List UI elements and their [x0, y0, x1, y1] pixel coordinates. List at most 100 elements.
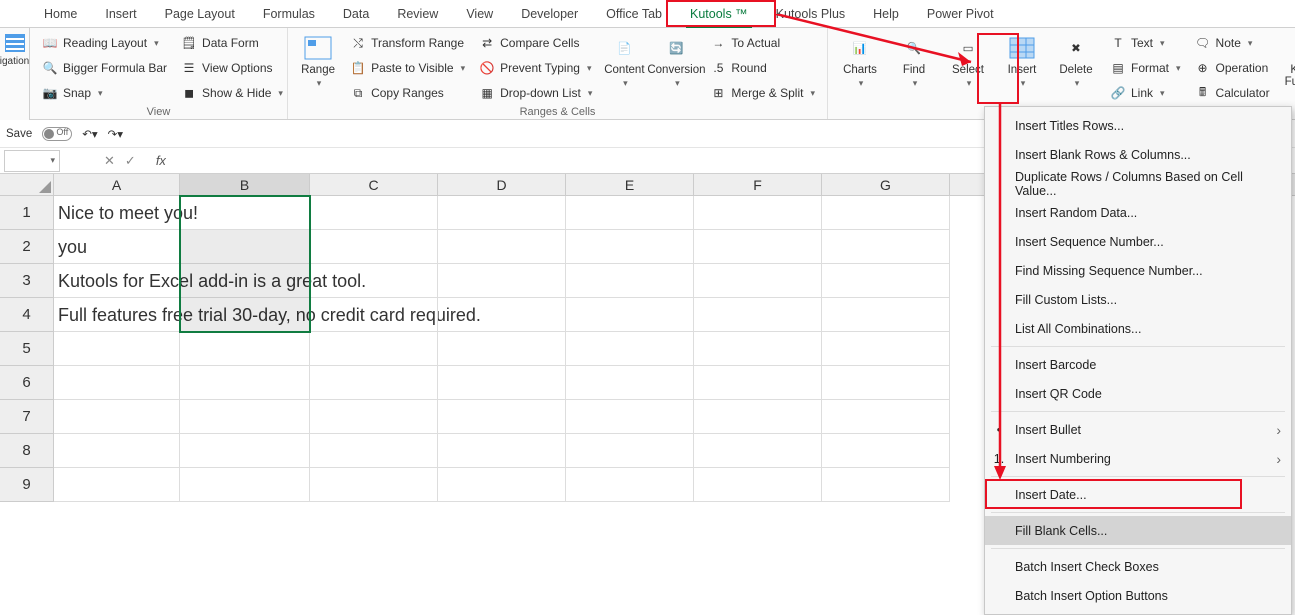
cell-e8[interactable]: [566, 434, 694, 468]
col-header-g[interactable]: G: [822, 174, 950, 195]
cell-f7[interactable]: [694, 400, 822, 434]
conversion-button[interactable]: 🔄Conversion▾: [652, 32, 700, 104]
menu-item-fill-blank-cells[interactable]: Fill Blank Cells...: [985, 516, 1291, 545]
cell-a4[interactable]: Full features free trial 30-day, no cred…: [54, 298, 180, 332]
menu-item-insert-sequence-number[interactable]: Insert Sequence Number...: [985, 227, 1291, 256]
menu-item-insert-date[interactable]: Insert Date...: [985, 480, 1291, 509]
cell-g3[interactable]: [822, 264, 950, 298]
row-header-1[interactable]: 1: [0, 196, 54, 230]
note-button[interactable]: 🗨Note▾: [1191, 32, 1274, 54]
cell-c7[interactable]: [310, 400, 438, 434]
cell-a5[interactable]: [54, 332, 180, 366]
row-header-5[interactable]: 5: [0, 332, 54, 366]
col-header-d[interactable]: D: [438, 174, 566, 195]
tab-kutools[interactable]: Kutools ™: [676, 0, 762, 28]
round-button[interactable]: .5Round: [706, 57, 819, 79]
menu-item-list-all-combinations[interactable]: List All Combinations...: [985, 314, 1291, 343]
row-header-7[interactable]: 7: [0, 400, 54, 434]
cell-a7[interactable]: [54, 400, 180, 434]
cell-f9[interactable]: [694, 468, 822, 502]
cell-e5[interactable]: [566, 332, 694, 366]
cell-c8[interactable]: [310, 434, 438, 468]
cell-a9[interactable]: [54, 468, 180, 502]
calculator-button[interactable]: 🖩Calculator: [1191, 82, 1274, 104]
cell-c2[interactable]: [310, 230, 438, 264]
redo-button[interactable]: ↷▾: [108, 127, 123, 141]
prevent-typing-button[interactable]: 🚫Prevent Typing▾: [475, 57, 596, 79]
tab-office-tab[interactable]: Office Tab: [592, 0, 676, 28]
cell-e2[interactable]: [566, 230, 694, 264]
text-button[interactable]: TText▾: [1106, 32, 1185, 54]
tab-review[interactable]: Review: [383, 0, 452, 28]
cell-g2[interactable]: [822, 230, 950, 264]
cell-g1[interactable]: [822, 196, 950, 230]
cell-c9[interactable]: [310, 468, 438, 502]
row-header-2[interactable]: 2: [0, 230, 54, 264]
fx-icon[interactable]: fx: [156, 153, 166, 168]
cell-e1[interactable]: [566, 196, 694, 230]
cell-d7[interactable]: [438, 400, 566, 434]
cell-e3[interactable]: [566, 264, 694, 298]
col-header-f[interactable]: F: [694, 174, 822, 195]
cell-d1[interactable]: [438, 196, 566, 230]
cell-b6[interactable]: [180, 366, 310, 400]
navigation-pane-button[interactable]: igation: [0, 28, 30, 120]
cell-f2[interactable]: [694, 230, 822, 264]
cell-d5[interactable]: [438, 332, 566, 366]
cell-e4[interactable]: [566, 298, 694, 332]
show-hide-button[interactable]: ◼Show & Hide▾: [177, 82, 287, 104]
cell-g7[interactable]: [822, 400, 950, 434]
tab-help[interactable]: Help: [859, 0, 913, 28]
format-button[interactable]: ▤Format▾: [1106, 57, 1185, 79]
cell-g9[interactable]: [822, 468, 950, 502]
kutools-functions-button[interactable]: fxKutools Functions: [1280, 32, 1295, 104]
cell-e7[interactable]: [566, 400, 694, 434]
col-header-a[interactable]: A: [54, 174, 180, 195]
cell-f5[interactable]: [694, 332, 822, 366]
cell-b3[interactable]: [180, 264, 310, 298]
tab-formulas[interactable]: Formulas: [249, 0, 329, 28]
menu-item-insert-titles-rows[interactable]: Insert Titles Rows...: [985, 111, 1291, 140]
cell-g5[interactable]: [822, 332, 950, 366]
cell-d8[interactable]: [438, 434, 566, 468]
cell-f8[interactable]: [694, 434, 822, 468]
view-options-button[interactable]: ☰View Options: [177, 57, 287, 79]
tab-developer[interactable]: Developer: [507, 0, 592, 28]
undo-button[interactable]: ↶▾: [82, 127, 97, 141]
data-form-button[interactable]: 🗒Data Form: [177, 32, 287, 54]
tab-data[interactable]: Data: [329, 0, 383, 28]
paste-to-visible-button[interactable]: 📋Paste to Visible▾: [346, 57, 469, 79]
cell-f1[interactable]: [694, 196, 822, 230]
cell-c4[interactable]: [310, 298, 438, 332]
charts-button[interactable]: 📊Charts▾: [836, 32, 884, 104]
tab-power-pivot[interactable]: Power Pivot: [913, 0, 1008, 28]
row-header-4[interactable]: 4: [0, 298, 54, 332]
insert-button[interactable]: Insert▾: [998, 32, 1046, 104]
cell-d9[interactable]: [438, 468, 566, 502]
menu-item-insert-qr-code[interactable]: Insert QR Code: [985, 379, 1291, 408]
cell-f3[interactable]: [694, 264, 822, 298]
tab-insert[interactable]: Insert: [91, 0, 150, 28]
tab-kutools-plus[interactable]: Kutools Plus: [762, 0, 859, 28]
cell-e6[interactable]: [566, 366, 694, 400]
menu-item-insert-barcode[interactable]: Insert Barcode: [985, 350, 1291, 379]
tab-home[interactable]: Home: [30, 0, 91, 28]
col-header-b[interactable]: B: [180, 174, 310, 195]
content-button[interactable]: 📄Content▾: [602, 32, 646, 104]
copy-ranges-button[interactable]: ⧉Copy Ranges: [346, 82, 469, 104]
cell-a6[interactable]: [54, 366, 180, 400]
cell-d4[interactable]: [438, 298, 566, 332]
name-box[interactable]: ▾: [4, 150, 60, 172]
reading-layout-button[interactable]: 📖Reading Layout▾: [38, 32, 171, 54]
select-all-corner[interactable]: [0, 174, 54, 195]
cell-a8[interactable]: [54, 434, 180, 468]
cell-a1[interactable]: Nice to meet you!: [54, 196, 180, 230]
transform-range-button[interactable]: ⤭Transform Range: [346, 32, 469, 54]
operation-button[interactable]: ⊕Operation: [1191, 57, 1274, 79]
range-button[interactable]: Range▾: [296, 32, 340, 104]
dropdown-list-button[interactable]: ▦Drop-down List▾: [475, 82, 596, 104]
row-header-6[interactable]: 6: [0, 366, 54, 400]
cell-b8[interactable]: [180, 434, 310, 468]
menu-item-insert-numbering[interactable]: 1.Insert Numbering: [985, 444, 1291, 473]
cell-c3[interactable]: [310, 264, 438, 298]
